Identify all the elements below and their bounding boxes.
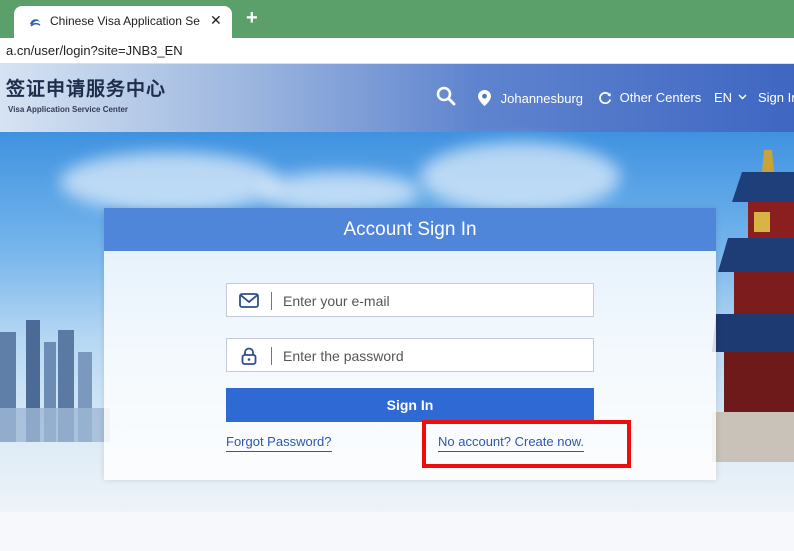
browser-tab[interactable]: Chinese Visa Application Service ✕ xyxy=(14,6,232,38)
email-input[interactable] xyxy=(283,290,583,312)
cloud xyxy=(420,142,620,212)
new-tab-button[interactable]: + xyxy=(246,7,258,30)
cloud xyxy=(260,172,420,212)
url-text[interactable]: a.cn/user/login?site=JNB3_EN xyxy=(6,43,183,58)
other-centers-label: Other Centers xyxy=(619,90,702,105)
password-input[interactable] xyxy=(283,345,583,367)
site-header: 签证申请服务中心 Visa Application Service Center… xyxy=(0,64,794,132)
location-selector[interactable]: Johannesburg xyxy=(478,90,583,106)
logo-english: Visa Application Service Center xyxy=(8,105,129,114)
location-label: Johannesburg xyxy=(500,91,584,106)
location-pin-icon xyxy=(478,90,491,106)
cloud xyxy=(60,152,280,212)
tab-close-icon[interactable]: ✕ xyxy=(210,12,222,29)
page: Chinese Visa Application Service ✕ + a.c… xyxy=(0,0,794,551)
language-label: EN xyxy=(714,90,733,105)
browser-tab-bar: Chinese Visa Application Service ✕ + xyxy=(0,0,794,38)
address-bar[interactable]: a.cn/user/login?site=JNB3_EN xyxy=(0,38,794,64)
login-title: Account Sign In xyxy=(343,219,477,240)
site-favicon-icon xyxy=(28,15,42,29)
page-bottom-area xyxy=(0,512,794,551)
sign-in-nav-link[interactable]: Sign In xyxy=(758,90,794,105)
field-separator xyxy=(271,347,272,365)
search-icon[interactable] xyxy=(436,86,456,106)
forgot-password-link[interactable]: Forgot Password? xyxy=(226,434,332,452)
temple-of-heaven-image xyxy=(712,150,794,462)
other-centers-link[interactable]: Other Centers xyxy=(598,90,701,105)
envelope-icon xyxy=(239,292,259,310)
field-separator xyxy=(271,292,272,310)
chevron-down-icon xyxy=(738,94,747,100)
login-card-header: Account Sign In xyxy=(104,208,716,251)
city-skyline-image xyxy=(0,320,110,442)
tab-title: Chinese Visa Application Service xyxy=(50,14,200,28)
highlight-annotation-box xyxy=(422,420,631,468)
refresh-icon xyxy=(599,91,612,105)
language-selector[interactable]: EN xyxy=(714,90,747,105)
password-field[interactable] xyxy=(226,338,594,372)
logo-chinese[interactable]: 签证申请服务中心 xyxy=(6,74,166,101)
lock-icon xyxy=(239,347,259,365)
sign-in-button[interactable]: Sign In xyxy=(226,388,594,422)
email-field[interactable] xyxy=(226,283,594,317)
